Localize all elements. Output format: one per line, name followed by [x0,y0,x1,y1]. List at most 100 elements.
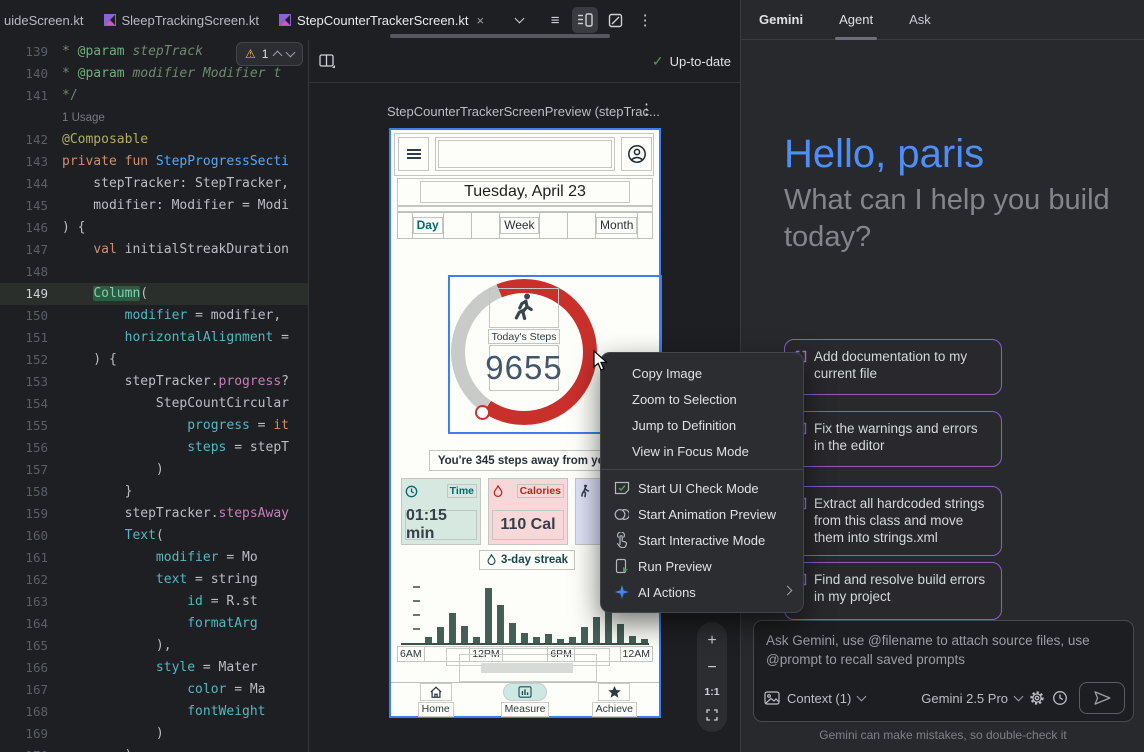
code-line[interactable]: 170 ) [0,745,308,752]
device-preview-icon[interactable] [602,7,628,33]
preview-kebab-icon[interactable]: ⋮ [639,100,654,118]
code-line[interactable]: 142@Composable [0,129,308,151]
code-line[interactable]: 155 progress = it [0,415,308,437]
account-circle-icon [627,144,647,164]
line-number: 161 [0,547,62,569]
nav-home[interactable]: Home [391,683,480,717]
search-field[interactable] [435,137,615,171]
period-tab-week[interactable]: Week [500,212,539,239]
menu-item-start-ui-check-mode[interactable]: Start UI Check Mode [601,475,803,501]
preview-layout-icon[interactable] [319,54,336,69]
suggestion-text: Find and resolve build errors in my proj… [814,571,991,611]
code-line[interactable]: 153 stepTracker.progress? [0,371,308,393]
tab-agent[interactable]: Agent [839,0,873,40]
period-tab-day[interactable]: Day [413,212,444,239]
period-tabs: Day Week Month [397,212,653,239]
nav-measure[interactable]: Measure [480,683,569,717]
code-line[interactable]: 165 ), [0,635,308,657]
code-line[interactable]: 141*/ [0,85,308,107]
chart-bar [509,623,516,643]
attach-image-icon[interactable] [764,691,780,705]
fit-to-screen-icon[interactable] [706,709,718,721]
code-line[interactable]: 167 color = Ma [0,679,308,701]
code-line[interactable]: 149 Column( [0,283,308,305]
suggestion-card[interactable]: Fix the warnings and errors in the edito… [784,411,1002,467]
tab-ask[interactable]: Ask [909,0,931,40]
more-options-kebab-icon[interactable]: ⋮ [632,7,658,33]
code-line[interactable]: 147 val initialStreakDuration [0,239,308,261]
code-line[interactable]: 148 [0,261,308,283]
line-number: 148 [0,261,62,283]
calories-card[interactable]: Calories 110 Cal [488,478,568,545]
gemini-input-box[interactable]: Ask Gemini, use @filename to attach sour… [753,620,1134,722]
code-line[interactable]: 154 StepCountCircular [0,393,308,415]
code-line[interactable]: 144 stepTracker: StepTracker, [0,173,308,195]
send-button[interactable] [1079,682,1125,714]
animation-icon [613,506,630,523]
code-line[interactable]: 159 stepTracker.stepsAway [0,503,308,525]
code-view-icon[interactable]: ≡ [542,7,568,33]
next-issue-icon[interactable] [286,48,296,58]
suggestion-card[interactable]: Extract all hardcoded strings from this … [784,486,1002,556]
zoom-level[interactable]: 1:1 [704,686,719,698]
zoom-out-button[interactable]: − [707,660,716,676]
profile-button[interactable] [621,137,652,171]
time-card[interactable]: Time 01:15 min [401,478,481,545]
previous-issue-icon[interactable] [273,51,283,61]
close-tab-icon[interactable]: × [477,13,485,28]
menu-button[interactable] [398,137,429,171]
code-line[interactable]: 156 steps = stepT [0,437,308,459]
menu-item-jump-to-definition[interactable]: Jump to Definition [601,412,803,438]
code-editor[interactable]: 139* @param stepTrack140* @param modifie… [0,40,308,752]
menu-item-start-interactive-mode[interactable]: Start Interactive Mode [601,527,803,553]
nav-label: Measure [501,702,550,717]
tab-list-chevron-icon[interactable] [506,7,532,33]
code-line[interactable]: 166 style = Mater [0,657,308,679]
tab-guide-screen[interactable]: uideScreen.kt [0,0,94,40]
split-view-icon[interactable] [572,7,598,33]
code-line[interactable]: 163 id = R.st [0,591,308,613]
input-toolbar: Context (1) Gemini 2.5 Pro [764,682,1125,714]
code-line[interactable]: 158 } [0,481,308,503]
tab-sleep-tracking-screen[interactable]: SleepTrackingScreen.kt [94,0,270,40]
inspection-widget[interactable]: ⚠ 1 [236,42,303,66]
code-line[interactable]: 146) { [0,217,308,239]
code-line[interactable]: 164 formatArg [0,613,308,635]
streak-flame-icon [486,554,497,566]
context-selector[interactable]: Context (1) [787,691,851,706]
code-line[interactable]: 169 ) [0,723,308,745]
menu-item-copy-image[interactable]: Copy Image [601,360,803,386]
runner-icon [509,292,539,324]
zoom-in-button[interactable]: + [707,633,716,649]
code-line[interactable]: 161 modifier = Mo [0,547,308,569]
code-line[interactable]: 160 Text( [0,525,308,547]
nav-achieve[interactable]: Achieve [570,683,659,717]
menu-item-ai-actions[interactable]: AI Actions [601,579,803,605]
settings-gear-icon[interactable] [1029,690,1045,706]
history-clock-icon[interactable] [1052,690,1068,706]
code-line[interactable]: 150 modifier = modifier, [0,305,308,327]
suggestion-card[interactable]: Find and resolve build errors in my proj… [784,562,1002,620]
kotlin-file-icon [104,14,116,26]
code-line[interactable]: 1 Usage [0,107,308,129]
period-tab-month[interactable]: Month [596,212,638,239]
code-line[interactable]: 157 ) [0,459,308,481]
home-icon [429,686,443,699]
menu-item-zoom-to-selection[interactable]: Zoom to Selection [601,386,803,412]
code-line[interactable]: 140* @param modifier Modifier t [0,63,308,85]
run-preview-icon [613,558,630,575]
line-number: 149 [0,283,62,305]
menu-item-run-preview[interactable]: Run Preview [601,553,803,579]
code-line[interactable]: 151 horizontalAlignment = [0,327,308,349]
code-line[interactable]: 145 modifier: Modifier = Modi [0,195,308,217]
tab-scroll-indicator[interactable] [390,34,610,38]
menu-item-start-animation-preview[interactable]: Start Animation Preview [601,501,803,527]
code-line[interactable]: 152 ) { [0,349,308,371]
chart-bar [629,636,636,643]
code-line[interactable]: 143private fun StepProgressSecti [0,151,308,173]
code-line[interactable]: 168 fontWeight [0,701,308,723]
model-selector[interactable]: Gemini 2.5 Pro [921,691,1008,706]
suggestion-card[interactable]: Add documentation to my current file [784,339,1002,395]
code-line[interactable]: 162 text = string [0,569,308,591]
menu-item-view-in-focus-mode[interactable]: View in Focus Mode [601,438,803,464]
